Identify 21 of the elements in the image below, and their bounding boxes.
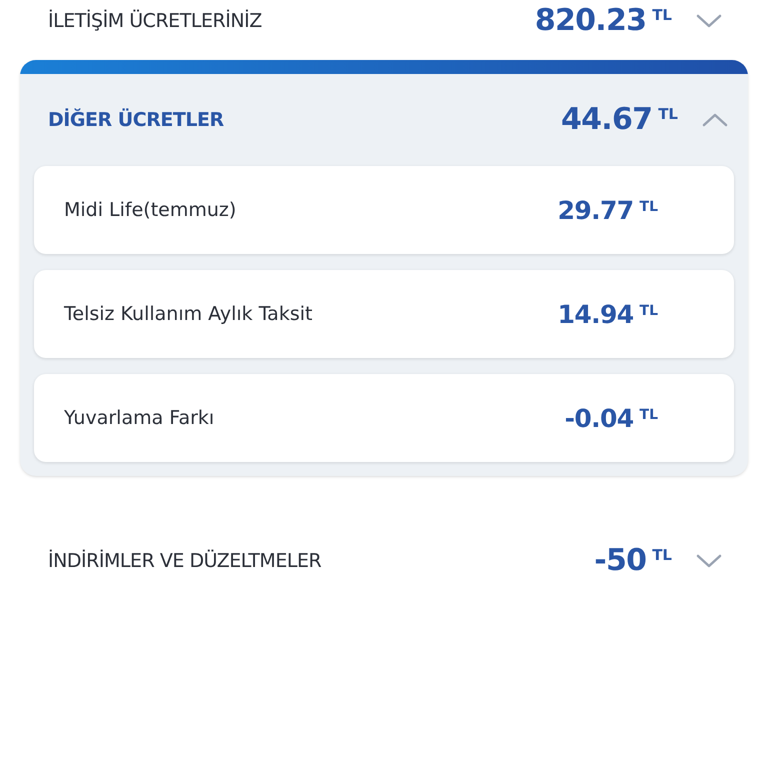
currency-label: TL [658, 107, 678, 122]
charge-amount: 29.77 [558, 198, 634, 222]
section-title[interactable]: İLETİŞİM ÜCRETLERİNİZ [48, 6, 262, 36]
charge-amount: -0.04 [564, 406, 634, 430]
currency-label: TL [640, 408, 658, 422]
charge-label: Telsiz Kullanım Aylık Taksit [64, 302, 312, 327]
charge-amount: 14.94 [558, 302, 634, 326]
charge-label: Yuvarlama Farkı [64, 406, 214, 431]
section-title[interactable]: DİĞER ÜCRETLER [48, 106, 224, 134]
section-title[interactable]: İNDİRİMLER VE DÜZELTMELER [48, 546, 322, 576]
currency-label: TL [640, 304, 658, 318]
currency-label: TL [652, 8, 672, 23]
charge-label: Midi Life(temmuz) [64, 198, 236, 223]
currency-label: TL [652, 548, 672, 563]
chevron-down-icon[interactable] [696, 554, 722, 568]
chevron-down-icon[interactable] [696, 14, 722, 28]
section-amount: 44.67 [561, 105, 652, 135]
section-amount: 820.23 [534, 6, 646, 36]
section-amount: -50 [594, 546, 646, 576]
chevron-up-icon[interactable] [702, 113, 728, 127]
currency-label: TL [640, 200, 658, 214]
